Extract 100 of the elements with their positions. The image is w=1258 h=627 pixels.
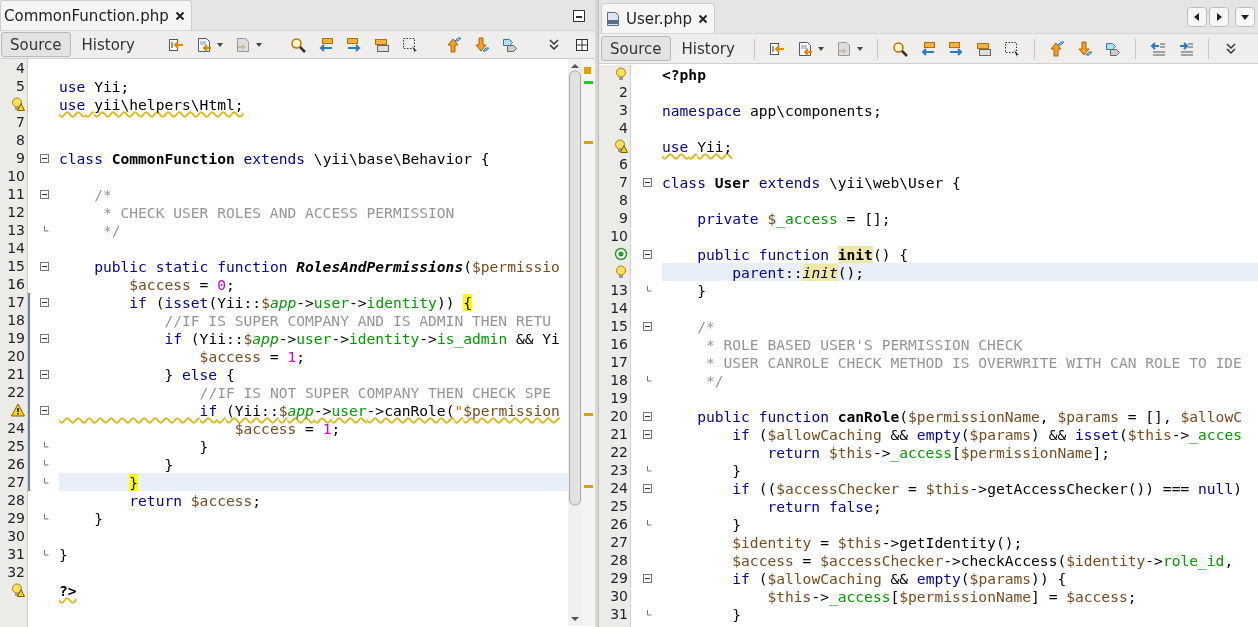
collapse-icon[interactable] — [40, 153, 49, 163]
line-number: 26 — [610, 516, 628, 532]
line-number: 17 — [7, 294, 25, 310]
collapse-icon[interactable] — [643, 483, 652, 493]
line-number: 11 — [7, 186, 25, 202]
split-icon[interactable] — [573, 36, 590, 53]
arrow-up-icon[interactable] — [1048, 40, 1065, 57]
scroll-right-icon[interactable] — [1209, 6, 1229, 27]
code-line: } else { — [163, 366, 235, 384]
code-line: use Yii; — [59, 78, 130, 96]
line-number: 16 — [7, 276, 25, 292]
find-previous-icon[interactable] — [317, 36, 334, 53]
rectangle-select-icon[interactable] — [401, 36, 418, 53]
editor-tab[interactable]: User.php — [601, 3, 716, 33]
line-number: 17 — [610, 354, 628, 370]
code-line: } — [93, 510, 103, 528]
collapse-icon[interactable] — [643, 321, 652, 331]
code-line: return $this->_access[$permissionName]; — [766, 444, 1111, 462]
line-number: 25 — [7, 438, 25, 454]
code-line: use yii\helpers\Html; — [59, 96, 244, 114]
tab-label[interactable]: CommonFunction.php — [4, 6, 169, 25]
highlight-icon[interactable] — [975, 40, 992, 57]
bookmark-icon[interactable] — [501, 36, 518, 53]
dropdown-icon[interactable] — [1235, 6, 1255, 27]
line-number: 7 — [619, 174, 628, 190]
arrow-up-icon[interactable] — [445, 36, 462, 53]
arrow-down-icon[interactable] — [473, 36, 490, 53]
highlight-icon[interactable] — [373, 36, 390, 53]
view-tab[interactable]: Source — [601, 36, 671, 61]
cursor-arrow-icon[interactable] — [768, 40, 785, 57]
caret-icon[interactable] — [255, 42, 262, 47]
line-number: 13 — [7, 222, 25, 238]
line-number: 20 — [7, 348, 25, 364]
document-arrow-icon[interactable] — [195, 36, 212, 53]
collapse-icon[interactable] — [643, 411, 652, 421]
view-tab[interactable]: History — [72, 32, 144, 57]
arrow-down-icon[interactable] — [1076, 40, 1093, 57]
scroll-left-icon[interactable] — [1187, 6, 1207, 27]
code-line: $access = 0; — [128, 276, 235, 294]
search-icon[interactable] — [289, 36, 306, 53]
bookmark-icon[interactable] — [1104, 40, 1121, 57]
search-icon[interactable] — [891, 40, 908, 57]
line-number: 18 — [610, 372, 628, 388]
caret-icon[interactable] — [817, 46, 824, 51]
line-number: 14 — [7, 240, 25, 256]
code-line: if ($allowCaching && empty($params) && isset($this->_acces — [731, 426, 1242, 444]
line-number: 22 — [7, 384, 25, 400]
line-number: 27 — [7, 474, 25, 490]
code-line: } — [696, 282, 706, 300]
close-icon[interactable] — [698, 13, 709, 24]
code-line: if ($allowCaching && empty($params)) { — [731, 570, 1067, 588]
code-line: //IF IS NOT SUPER COMPANY THEN CHECK SPE — [198, 384, 552, 402]
find-previous-icon[interactable] — [919, 40, 936, 57]
line-number: 24 — [7, 420, 25, 436]
tab-label[interactable]: User.php — [626, 9, 693, 28]
cursor-arrow-icon[interactable] — [167, 36, 184, 53]
line-number: 2 — [619, 84, 628, 100]
collapse-icon[interactable] — [643, 249, 652, 259]
line-number: 27 — [610, 534, 628, 550]
shift-left-icon[interactable] — [1149, 40, 1166, 57]
rectangle-select-icon[interactable] — [1003, 40, 1020, 57]
caret-icon[interactable] — [216, 42, 223, 47]
line-number: 12 — [7, 204, 25, 220]
find-next-icon[interactable] — [345, 36, 362, 53]
code-line: /* — [696, 318, 715, 336]
collapse-icon[interactable] — [40, 189, 49, 199]
line-number: 21 — [7, 366, 25, 382]
lightbulb-icon — [614, 67, 628, 81]
find-next-icon[interactable] — [947, 40, 964, 57]
collapse-icon[interactable] — [643, 573, 652, 583]
collapse-icon[interactable] — [40, 261, 49, 271]
line-number: 30 — [610, 588, 628, 604]
collapse-icon[interactable] — [40, 405, 49, 415]
line-number: 4 — [619, 120, 628, 136]
shift-right-icon[interactable] — [1177, 40, 1194, 57]
close-icon[interactable] — [174, 10, 185, 21]
collapse-icon[interactable] — [643, 429, 652, 439]
document-arrow-icon[interactable] — [796, 40, 813, 57]
editor-tab[interactable]: CommonFunction.php — [0, 0, 192, 30]
line-number: 18 — [7, 312, 25, 328]
collapse-icon[interactable] — [643, 177, 652, 187]
php-file-icon — [606, 10, 620, 27]
caret-icon[interactable] — [856, 46, 863, 51]
line-number: 8 — [16, 132, 25, 148]
line-number: 7 — [16, 114, 25, 130]
code-line: } — [59, 546, 68, 564]
code-line: public function canRole($permissionName, $params = [], $allowC — [696, 408, 1242, 426]
collapse-icon[interactable] — [40, 297, 49, 307]
line-number: 28 — [7, 492, 25, 508]
line-number: 9 — [16, 150, 25, 166]
minimize-icon[interactable] — [573, 10, 585, 22]
collapse-icon[interactable] — [40, 333, 49, 343]
collapse-icon[interactable] — [40, 369, 49, 379]
view-tab[interactable]: History — [672, 36, 744, 61]
scrollbar[interactable] — [568, 59, 582, 626]
code-line: } — [198, 438, 209, 456]
line-number: 10 — [610, 228, 628, 244]
lightbulb-icon — [614, 265, 628, 279]
line-number: 20 — [610, 408, 628, 424]
view-tab[interactable]: Source — [1, 32, 71, 57]
